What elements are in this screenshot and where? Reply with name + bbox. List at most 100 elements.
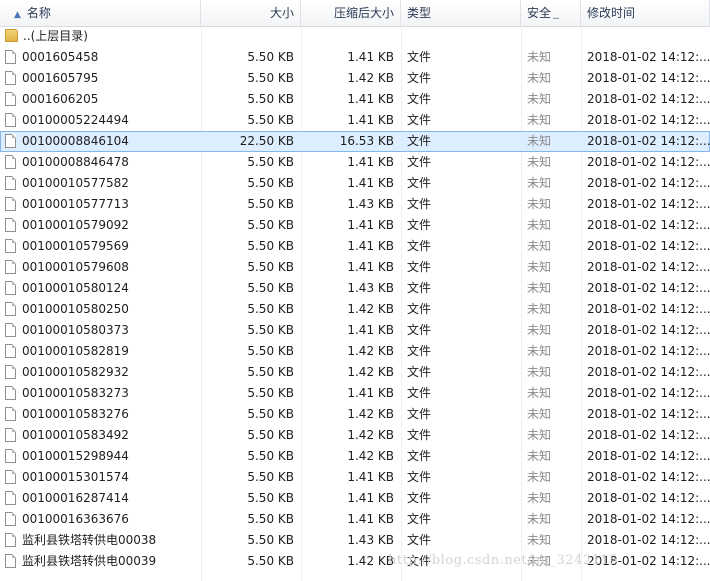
modified-time-cell: 2018-01-02 14:12:... xyxy=(587,302,710,316)
file-row[interactable]: 00100008846478 5.50 KB 1.41 KB 文件 未知 2018-01-… xyxy=(0,152,710,173)
modified-time-cell: 2018-01-02 14:12:... xyxy=(587,134,710,148)
column-header-name[interactable]: ▲ 名称 xyxy=(0,0,201,26)
file-name-cell: 00100016363676 xyxy=(5,509,201,530)
compressed-size-cell: 1.43 KB xyxy=(347,533,394,547)
file-icon xyxy=(5,365,16,379)
file-row[interactable]: 00100010579569 5.50 KB 1.41 KB 文件 未知 2018-01-… xyxy=(0,236,710,257)
file-row[interactable]: 00100010577582 5.50 KB 1.41 KB 文件 未知 2018-01-… xyxy=(0,173,710,194)
file-type-cell: 文件 xyxy=(407,533,432,547)
file-row[interactable]: 00100008846104 22.50 KB 16.53 KB 文件 未知 2018-0… xyxy=(0,131,710,152)
security-cell: 未知 xyxy=(527,449,552,463)
file-icon xyxy=(5,197,16,211)
file-type-cell: 文件 xyxy=(407,113,432,127)
file-row[interactable]: 0001605795 5.50 KB 1.42 KB 文件 未知 2018-01-02 1… xyxy=(0,68,710,89)
modified-time-cell: 2018-01-02 14:12:... xyxy=(587,512,710,526)
file-size-cell: 5.50 KB xyxy=(247,71,294,85)
modified-time-cell: 2018-01-02 14:12:... xyxy=(587,281,710,295)
file-size-cell: 22.50 KB xyxy=(239,134,294,148)
file-icon xyxy=(5,155,16,169)
file-type-cell: 文件 xyxy=(407,218,432,232)
file-row[interactable]: 00100010583492 5.50 KB 1.42 KB 文件 未知 2018-01-… xyxy=(0,425,710,446)
file-icon xyxy=(5,512,16,526)
file-type-cell: 文件 xyxy=(407,407,432,421)
compressed-size-cell: 1.41 KB xyxy=(347,239,394,253)
file-type-cell: 文件 xyxy=(407,50,432,64)
file-row[interactable]: 0001606205 5.50 KB 1.41 KB 文件 未知 2018-01-02 1… xyxy=(0,89,710,110)
file-row[interactable]: 00100010580373 5.50 KB 1.41 KB 文件 未知 2018-01-… xyxy=(0,320,710,341)
file-row[interactable]: 00100010583276 5.50 KB 1.42 KB 文件 未知 2018-01-… xyxy=(0,404,710,425)
file-size-cell: 5.50 KB xyxy=(247,239,294,253)
file-size-cell: 5.50 KB xyxy=(247,533,294,547)
security-cell: 未知 xyxy=(527,302,552,316)
file-row[interactable]: 0001605458 5.50 KB 1.41 KB 文件 未知 2018-01-02 1… xyxy=(0,47,710,68)
file-icon xyxy=(5,470,16,484)
file-type-cell: 文件 xyxy=(407,323,432,337)
modified-time-cell: 2018-01-02 14:12:... xyxy=(587,407,710,421)
folder-icon xyxy=(5,29,18,42)
file-type-cell: 文件 xyxy=(407,260,432,274)
file-name-cell: 00100010580124 xyxy=(5,278,201,299)
security-cell: 未知 xyxy=(527,197,552,211)
file-row[interactable]: 00100010577713 5.50 KB 1.43 KB 文件 未知 2018-01-… xyxy=(0,194,710,215)
compressed-size-cell: 1.41 KB xyxy=(347,155,394,169)
modified-time-cell: 2018-01-02 14:12:... xyxy=(587,218,710,232)
file-row[interactable]: 00100010582819 5.50 KB 1.42 KB 文件 未知 2018-01-… xyxy=(0,341,710,362)
compressed-size-cell: 1.41 KB xyxy=(347,323,394,337)
column-header-size[interactable]: 大小 xyxy=(201,0,301,26)
column-header-compressed-size[interactable]: 压缩后大小 xyxy=(301,0,401,26)
security-cell: 未知 xyxy=(527,533,552,547)
column-header-security[interactable]: 安全 ▁ xyxy=(521,0,581,26)
file-icon xyxy=(5,302,16,316)
file-row[interactable]: 00100010580250 5.50 KB 1.42 KB 文件 未知 2018-01-… xyxy=(0,299,710,320)
file-name-cell: 监利县铁塔转供电00038 xyxy=(5,530,201,551)
file-row[interactable]: 00100015301574 5.50 KB 1.41 KB 文件 未知 2018-01-… xyxy=(0,467,710,488)
column-header-modified[interactable]: 修改时间 xyxy=(581,0,710,26)
file-size-cell: 5.50 KB xyxy=(247,554,294,568)
file-row[interactable]: 00100010579092 5.50 KB 1.41 KB 文件 未知 2018-01-… xyxy=(0,215,710,236)
file-size-cell: 5.50 KB xyxy=(247,344,294,358)
security-cell: 未知 xyxy=(527,92,552,106)
file-row[interactable]: 00100010583273 5.50 KB 1.41 KB 文件 未知 2018-01-… xyxy=(0,383,710,404)
parent-directory-cell: ..(上层目录) xyxy=(5,26,201,47)
file-name-cell: 00100015298944 xyxy=(5,446,201,467)
file-name-cell: 00100016287414 xyxy=(5,488,201,509)
file-type-cell: 文件 xyxy=(407,344,432,358)
file-name-cell: 00100010580250 xyxy=(5,299,201,320)
security-cell: 未知 xyxy=(527,407,552,421)
modified-time-cell: 2018-01-02 14:12:... xyxy=(587,176,710,190)
modified-time-cell: 2018-01-02 14:12:... xyxy=(587,323,710,337)
file-size-cell: 5.50 KB xyxy=(247,407,294,421)
file-icon xyxy=(5,176,16,190)
security-cell: 未知 xyxy=(527,428,552,442)
file-icon xyxy=(5,92,16,106)
file-name-cell: 00100008846478 xyxy=(5,152,201,173)
security-cell: 未知 xyxy=(527,491,552,505)
file-row[interactable]: 00100016287414 5.50 KB 1.41 KB 文件 未知 2018-01-… xyxy=(0,488,710,509)
file-row[interactable]: 监利县铁塔转供电00038 5.50 KB 1.43 KB 文件 未知 2018-01-0… xyxy=(0,530,710,551)
file-size-cell: 5.50 KB xyxy=(247,50,294,64)
file-size-cell: 5.50 KB xyxy=(247,92,294,106)
file-row[interactable]: 00100010580124 5.50 KB 1.43 KB 文件 未知 2018-01-… xyxy=(0,278,710,299)
security-cell: 未知 xyxy=(527,365,552,379)
file-type-cell: 文件 xyxy=(407,176,432,190)
compressed-size-cell: 1.42 KB xyxy=(347,554,394,568)
file-row[interactable]: 00100010582932 5.50 KB 1.42 KB 文件 未知 2018-01-… xyxy=(0,362,710,383)
security-cell: 未知 xyxy=(527,386,552,400)
parent-directory-row[interactable]: ..(上层目录) xyxy=(0,26,710,47)
column-header-type[interactable]: 类型 xyxy=(401,0,521,26)
file-type-cell: 文件 xyxy=(407,71,432,85)
file-icon xyxy=(5,218,16,232)
modified-time-cell: 2018-01-02 14:12:... xyxy=(587,344,710,358)
file-name-cell: 00100010579569 xyxy=(5,236,201,257)
file-size-cell: 5.50 KB xyxy=(247,197,294,211)
security-cell: 未知 xyxy=(527,134,552,148)
file-icon xyxy=(5,407,16,421)
file-row[interactable]: 00100005224494 5.50 KB 1.41 KB 文件 未知 2018-01-… xyxy=(0,110,710,131)
file-icon xyxy=(5,554,16,568)
file-row[interactable]: 00100015298944 5.50 KB 1.42 KB 文件 未知 2018-01-… xyxy=(0,446,710,467)
file-row[interactable]: 00100016363676 5.50 KB 1.41 KB 文件 未知 2018-01-… xyxy=(0,509,710,530)
security-cell: 未知 xyxy=(527,218,552,232)
file-row[interactable]: 00100010579608 5.50 KB 1.41 KB 文件 未知 2018-01-… xyxy=(0,257,710,278)
file-type-cell: 文件 xyxy=(407,449,432,463)
security-cell: 未知 xyxy=(527,512,552,526)
